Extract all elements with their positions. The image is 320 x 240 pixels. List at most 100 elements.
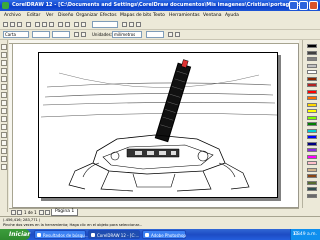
crop-tool-icon[interactable]	[1, 60, 7, 66]
freehand-tool-icon[interactable]	[1, 76, 7, 82]
color-swatch[interactable]	[307, 187, 317, 191]
color-swatch[interactable]	[307, 83, 317, 87]
task-label: CorelDRAW 12 - [C:...	[97, 233, 140, 238]
task-coreldraw[interactable]: CorelDRAW 12 - [C:...	[88, 230, 140, 239]
text-tool-icon[interactable]	[1, 124, 7, 130]
color-swatch[interactable]	[307, 102, 317, 107]
color-swatch[interactable]	[307, 89, 317, 94]
color-swatch[interactable]	[307, 141, 317, 146]
zoom-tool-icon[interactable]	[1, 68, 7, 74]
fill-tool-icon[interactable]	[1, 156, 7, 162]
color-swatch[interactable]	[307, 154, 317, 159]
close-button[interactable]	[309, 1, 318, 10]
menu-ventana[interactable]: Ventana	[203, 12, 221, 19]
menu-ayuda[interactable]: Ayuda	[225, 12, 239, 19]
task-search-results[interactable]: Resultados de búsqu...	[34, 230, 88, 239]
color-swatch[interactable]	[307, 63, 317, 68]
menu-archivo[interactable]: Archivo	[4, 12, 21, 19]
paper-size-select[interactable]: Carta	[3, 31, 29, 38]
interactive-blend-tool-icon[interactable]	[1, 132, 7, 138]
previous-page-icon[interactable]	[17, 210, 22, 215]
smart-fill-tool-icon[interactable]	[1, 84, 7, 90]
all-pages-icon[interactable]	[168, 32, 173, 37]
print-icon[interactable]	[26, 22, 31, 27]
shape-tool-icon[interactable]	[1, 52, 7, 58]
zoom-icon[interactable]	[122, 22, 127, 27]
clock: 11:49 a.m.	[292, 232, 317, 237]
maximize-button[interactable]	[299, 1, 308, 10]
import-icon[interactable]	[74, 22, 79, 27]
paste-icon[interactable]	[49, 22, 54, 27]
menu-herramientas[interactable]: Herramientas	[169, 12, 200, 19]
tab-page-1[interactable]: Página 1	[51, 209, 79, 216]
zoom-level-field[interactable]	[92, 21, 118, 28]
vertical-ruler[interactable]	[9, 44, 13, 208]
color-swatch[interactable]	[307, 50, 317, 55]
units-value: milímetros	[114, 32, 136, 37]
color-swatch[interactable]	[307, 167, 317, 172]
color-swatch[interactable]	[307, 193, 317, 198]
search-results-icon	[37, 233, 41, 237]
copy-icon[interactable]	[42, 22, 47, 27]
color-swatch[interactable]	[307, 174, 317, 178]
color-swatch[interactable]	[307, 96, 317, 100]
page-width-field[interactable]	[32, 31, 50, 38]
color-swatch[interactable]	[307, 148, 317, 152]
drawing-artwork	[40, 59, 278, 192]
outline-tool-icon[interactable]	[1, 148, 7, 154]
color-swatch[interactable]	[307, 76, 317, 81]
menu-editar[interactable]: Editar	[27, 12, 40, 19]
pick-tool-icon[interactable]	[1, 44, 7, 50]
landscape-icon[interactable]	[81, 32, 86, 37]
ellipse-tool-icon[interactable]	[1, 100, 7, 106]
eyedropper-tool-icon[interactable]	[1, 140, 7, 146]
menu-diseno[interactable]: Diseño	[58, 12, 73, 19]
color-swatch[interactable]	[307, 128, 317, 133]
nudge-distance-field[interactable]	[146, 31, 164, 38]
basic-shapes-tool-icon[interactable]	[1, 116, 7, 122]
page-height-field[interactable]	[52, 31, 70, 38]
horizontal-ruler[interactable]	[9, 40, 299, 44]
cut-icon[interactable]	[35, 22, 40, 27]
first-page-icon[interactable]	[11, 210, 16, 215]
menu-efectos[interactable]: Efectos	[100, 12, 117, 19]
paper-size-value: Carta	[5, 32, 16, 37]
save-icon[interactable]	[17, 22, 22, 27]
corel-online-icon[interactable]	[136, 22, 141, 27]
color-swatch[interactable]	[307, 44, 317, 48]
application-launcher-icon[interactable]	[129, 22, 134, 27]
color-swatch[interactable]	[307, 70, 317, 74]
polygon-tool-icon[interactable]	[1, 108, 7, 114]
units-select[interactable]: milímetros	[112, 31, 142, 38]
units-label: Unidades:	[92, 32, 112, 37]
next-page-icon[interactable]	[39, 210, 44, 215]
page-counter: 1 de 1	[24, 210, 37, 215]
menu-mapas-de-bits[interactable]: Mapas de bits	[120, 12, 151, 19]
open-icon[interactable]	[10, 22, 15, 27]
current-page-icon[interactable]	[175, 32, 180, 37]
drawing-page[interactable]	[38, 52, 278, 198]
color-swatch[interactable]	[307, 115, 317, 120]
export-icon[interactable]	[81, 22, 86, 27]
portrait-icon[interactable]	[74, 32, 79, 37]
menu-organizar[interactable]: Organizar	[76, 12, 98, 19]
color-swatch[interactable]	[307, 161, 317, 165]
menu-texto[interactable]: Texto	[153, 12, 165, 19]
undo-icon[interactable]	[58, 22, 63, 27]
minimize-button[interactable]	[289, 1, 298, 10]
menu-ver[interactable]: Ver	[46, 12, 53, 19]
coreldraw-app-icon	[2, 2, 9, 9]
color-swatch[interactable]	[307, 122, 317, 126]
interactive-fill-tool-icon[interactable]	[1, 164, 7, 170]
title-bar: CorelDRAW 12 - [C:\Documents and Setting…	[0, 0, 320, 11]
color-swatch[interactable]	[307, 180, 317, 185]
new-icon[interactable]	[3, 22, 8, 27]
task-photoshop[interactable]: Adobe Photoshop	[142, 230, 186, 239]
color-swatch[interactable]	[307, 109, 317, 113]
last-page-icon[interactable]	[45, 210, 50, 215]
rectangle-tool-icon[interactable]	[1, 92, 7, 98]
start-button[interactable]: Iniciar	[0, 229, 30, 240]
color-swatch[interactable]	[307, 57, 317, 61]
color-swatch[interactable]	[307, 135, 317, 139]
redo-icon[interactable]	[65, 22, 70, 27]
